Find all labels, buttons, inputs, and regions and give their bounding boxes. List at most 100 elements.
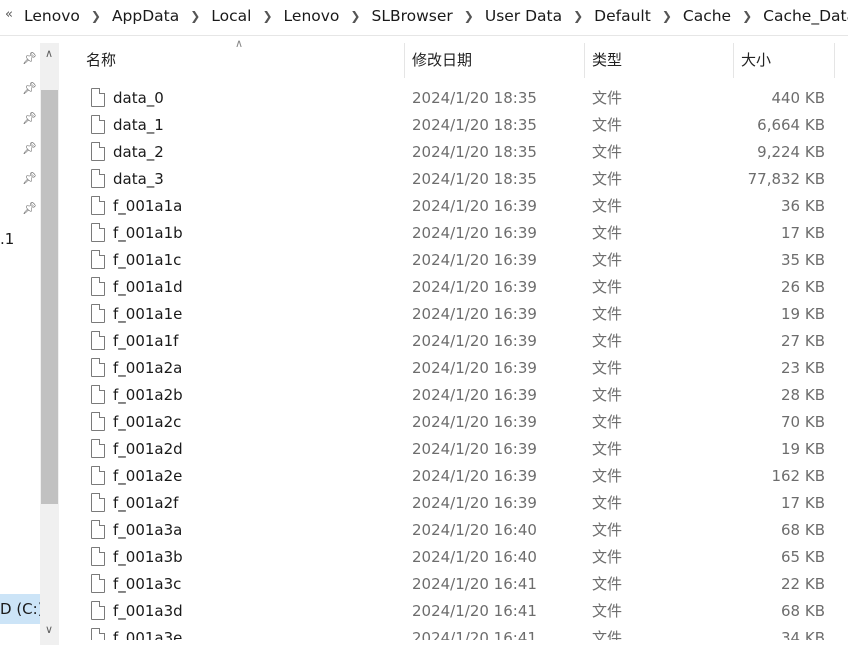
breadcrumb-item[interactable]: Default: [594, 7, 651, 25]
file-type: 文件: [592, 332, 623, 350]
pin-icon[interactable]: 📌︎: [22, 81, 37, 95]
column-header: 名称 修改日期 类型 大小: [59, 43, 848, 78]
file-size: 6,664 KB: [757, 116, 825, 134]
nav-scrollbar[interactable]: ∧ ∨: [40, 43, 59, 645]
scroll-down-icon[interactable]: ∨: [45, 623, 53, 636]
file-icon: [91, 196, 105, 215]
nav-item-label: D (C:): [0, 600, 44, 618]
file-name: f_001a1b: [113, 224, 183, 242]
file-row[interactable]: f_001a1a 2024/1/20 16:39 文件 36 KB: [59, 193, 848, 220]
nav-item-label[interactable]: .1: [0, 230, 14, 248]
pin-icon[interactable]: 📌︎: [22, 51, 37, 65]
file-row[interactable]: f_001a3a 2024/1/20 16:40 文件 68 KB: [59, 517, 848, 544]
column-header-type[interactable]: 类型: [592, 43, 622, 78]
chevron-right-icon[interactable]: ❯: [662, 9, 672, 23]
breadcrumb-item[interactable]: Lenovo: [24, 7, 80, 25]
column-header-date[interactable]: 修改日期: [412, 43, 472, 78]
file-row[interactable]: f_001a1c 2024/1/20 16:39 文件 35 KB: [59, 247, 848, 274]
file-type: 文件: [592, 89, 623, 107]
file-row[interactable]: data_2 2024/1/20 18:35 文件 9,224 KB: [59, 139, 848, 166]
file-row[interactable]: f_001a2b 2024/1/20 16:39 文件 28 KB: [59, 382, 848, 409]
chevron-right-icon[interactable]: ❯: [91, 9, 101, 23]
file-size: 19 KB: [781, 305, 825, 323]
pin-icon[interactable]: 📌︎: [22, 201, 37, 215]
file-icon: [91, 493, 105, 512]
file-type: 文件: [592, 278, 623, 296]
file-row[interactable]: f_001a2f 2024/1/20 16:39 文件 17 KB: [59, 490, 848, 517]
chevron-right-icon[interactable]: ❯: [464, 9, 474, 23]
file-row[interactable]: f_001a2d 2024/1/20 16:39 文件 19 KB: [59, 436, 848, 463]
column-divider[interactable]: [733, 43, 734, 78]
file-name: f_001a2b: [113, 386, 183, 404]
file-name: f_001a1e: [113, 305, 183, 323]
file-size: 17 KB: [781, 494, 825, 512]
chevron-right-icon[interactable]: ❯: [262, 9, 272, 23]
pin-icon[interactable]: 📌︎: [22, 171, 37, 185]
file-name: f_001a3d: [113, 602, 183, 620]
file-type: 文件: [592, 386, 623, 404]
scrollbar-thumb[interactable]: [41, 90, 58, 504]
chevron-right-icon[interactable]: ❯: [190, 9, 200, 23]
file-row[interactable]: f_001a3e 2024/1/20 16:41 文件 34 KB: [59, 625, 848, 640]
breadcrumb-item[interactable]: Lenovo: [284, 7, 340, 25]
file-row[interactable]: f_001a3d 2024/1/20 16:41 文件 68 KB: [59, 598, 848, 625]
file-date: 2024/1/20 16:41: [412, 602, 537, 620]
file-size: 65 KB: [781, 548, 825, 566]
column-divider[interactable]: [834, 43, 835, 78]
file-row[interactable]: f_001a1d 2024/1/20 16:39 文件 26 KB: [59, 274, 848, 301]
column-divider[interactable]: [404, 43, 405, 78]
file-size: 19 KB: [781, 440, 825, 458]
file-row[interactable]: f_001a1f 2024/1/20 16:39 文件 27 KB: [59, 328, 848, 355]
file-name: f_001a3b: [113, 548, 183, 566]
breadcrumb-item[interactable]: Cache: [683, 7, 731, 25]
file-size: 9,224 KB: [757, 143, 825, 161]
file-date: 2024/1/20 16:39: [412, 305, 537, 323]
file-row[interactable]: f_001a1e 2024/1/20 16:39 文件 19 KB: [59, 301, 848, 328]
file-icon: [91, 439, 105, 458]
file-type: 文件: [592, 575, 623, 593]
breadcrumb-item[interactable]: AppData: [112, 7, 179, 25]
file-size: 68 KB: [781, 602, 825, 620]
file-name: f_001a1f: [113, 332, 179, 350]
file-row[interactable]: f_001a3c 2024/1/20 16:41 文件 22 KB: [59, 571, 848, 598]
file-icon: [91, 574, 105, 593]
chevron-right-icon[interactable]: ❯: [573, 9, 583, 23]
file-row[interactable]: data_0 2024/1/20 18:35 文件 440 KB: [59, 85, 848, 112]
file-name: f_001a3c: [113, 575, 182, 593]
file-icon: [91, 358, 105, 377]
file-name: data_3: [113, 170, 164, 188]
file-date: 2024/1/20 16:39: [412, 332, 537, 350]
address-bar[interactable]: « Lenovo ❯ AppData ❯ Local ❯ Lenovo ❯ SLBrowser ❯…: [0, 0, 848, 36]
breadcrumb-item[interactable]: Local: [211, 7, 251, 25]
column-divider[interactable]: [584, 43, 585, 78]
scroll-up-icon[interactable]: ∧: [45, 47, 53, 60]
breadcrumb-overflow-icon[interactable]: «: [5, 7, 13, 22]
file-name: f_001a1d: [113, 278, 183, 296]
file-icon: [91, 304, 105, 323]
file-name: f_001a2a: [113, 359, 183, 377]
file-row[interactable]: data_1 2024/1/20 18:35 文件 6,664 KB: [59, 112, 848, 139]
file-size: 26 KB: [781, 278, 825, 296]
file-row[interactable]: f_001a2e 2024/1/20 16:39 文件 162 KB: [59, 463, 848, 490]
file-row[interactable]: data_3 2024/1/20 18:35 文件 77,832 KB: [59, 166, 848, 193]
file-date: 2024/1/20 16:39: [412, 467, 537, 485]
pin-icon[interactable]: 📌︎: [22, 111, 37, 125]
file-row[interactable]: f_001a3b 2024/1/20 16:40 文件 65 KB: [59, 544, 848, 571]
chevron-right-icon[interactable]: ❯: [742, 9, 752, 23]
file-row[interactable]: f_001a2a 2024/1/20 16:39 文件 23 KB: [59, 355, 848, 382]
pin-icon[interactable]: 📌︎: [22, 141, 37, 155]
file-size: 27 KB: [781, 332, 825, 350]
breadcrumb-item-current[interactable]: Cache_Data: [763, 7, 848, 25]
file-type: 文件: [592, 359, 623, 377]
breadcrumb-item[interactable]: SLBrowser: [371, 7, 452, 25]
file-row[interactable]: f_001a2c 2024/1/20 16:39 文件 70 KB: [59, 409, 848, 436]
file-row[interactable]: f_001a1b 2024/1/20 16:39 文件 17 KB: [59, 220, 848, 247]
file-name: data_0: [113, 89, 164, 107]
file-date: 2024/1/20 16:39: [412, 278, 537, 296]
column-header-name[interactable]: 名称: [86, 43, 116, 78]
column-header-size[interactable]: 大小: [741, 43, 771, 78]
nav-item-drive-c[interactable]: D (C:): [0, 594, 44, 624]
chevron-right-icon[interactable]: ❯: [350, 9, 360, 23]
file-name: data_1: [113, 116, 164, 134]
breadcrumb-item[interactable]: User Data: [485, 7, 562, 25]
